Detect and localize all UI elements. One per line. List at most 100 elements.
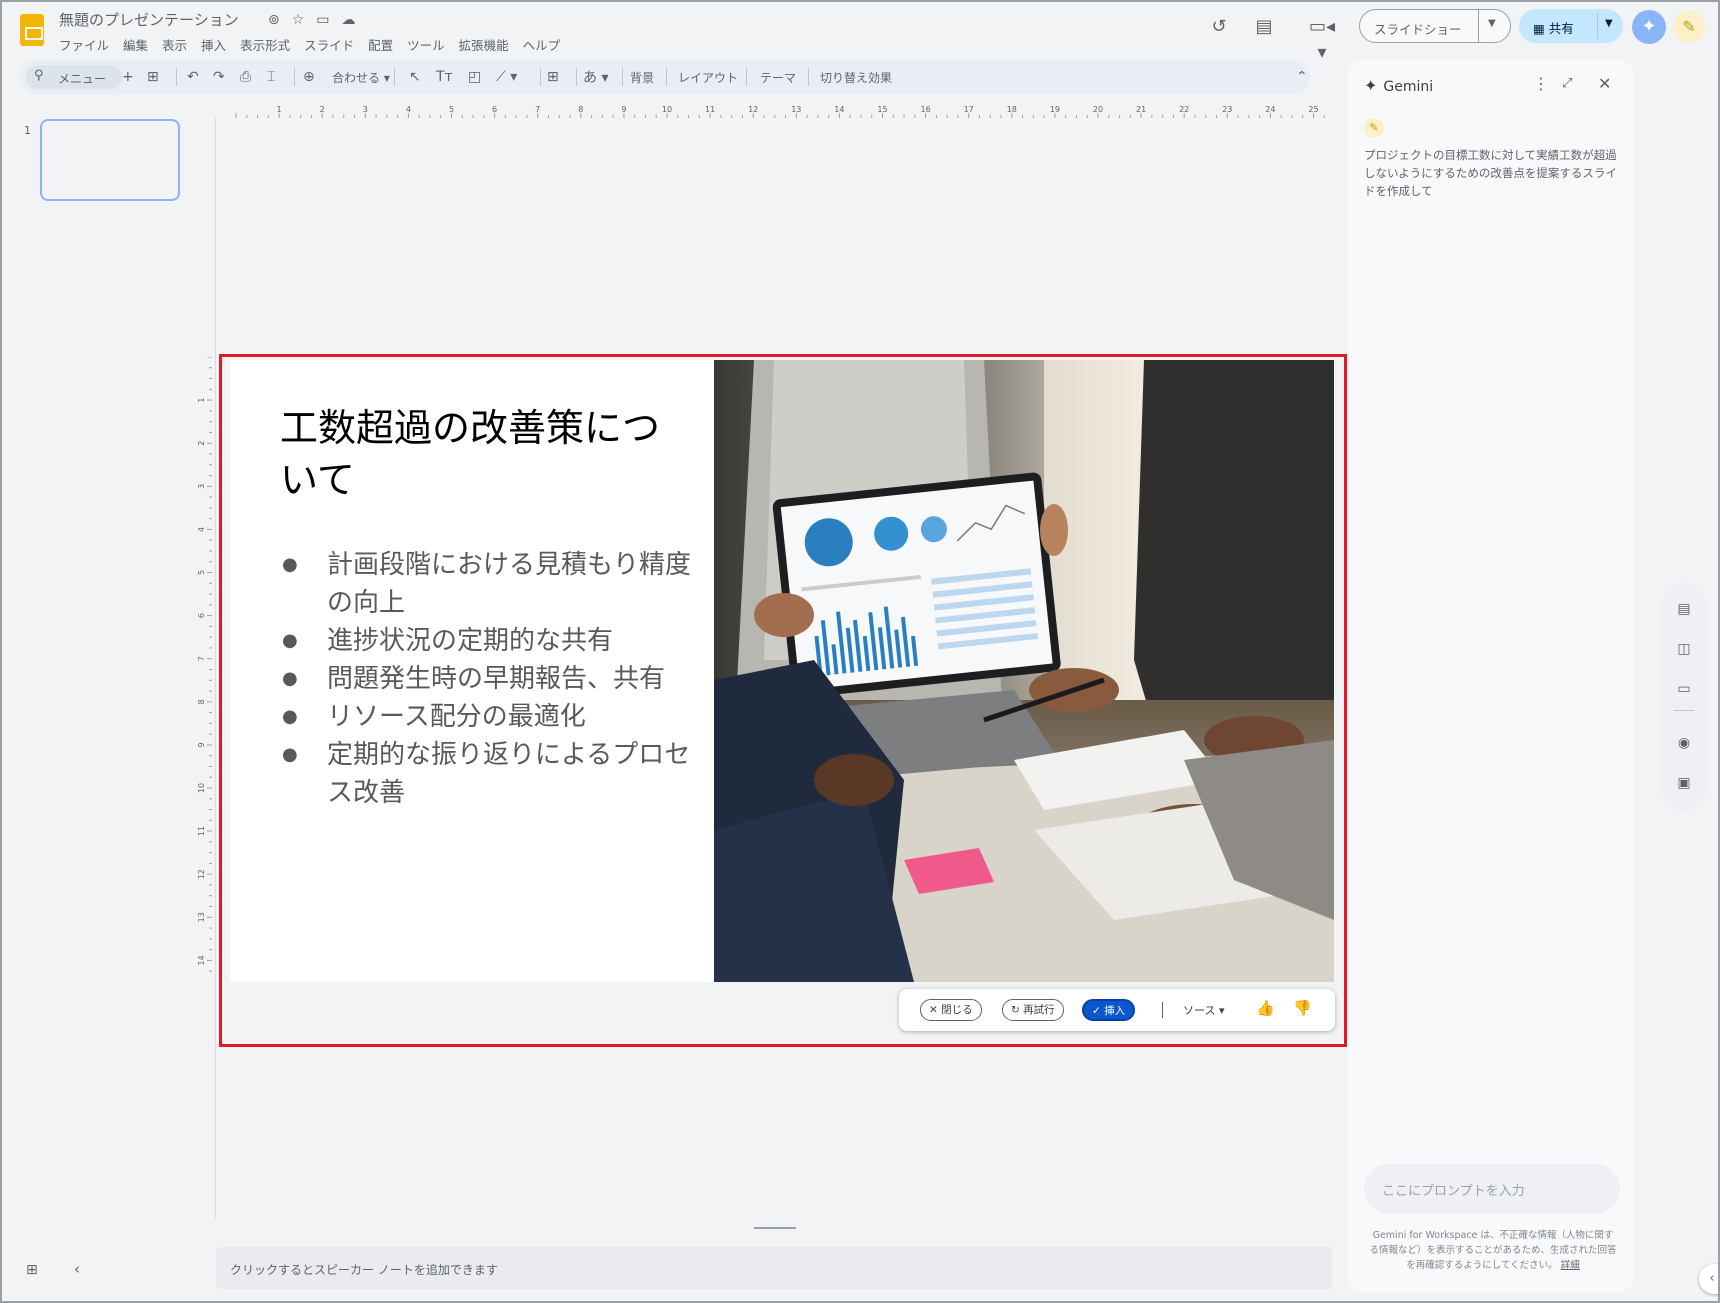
background-button[interactable]: 背景 <box>630 69 654 86</box>
print-icon[interactable]: ⎙ <box>240 68 251 88</box>
shape-icon[interactable]: ◰ <box>468 68 481 88</box>
title-icons: ⊚ ☆ ▭ ☁ <box>268 12 356 28</box>
prompt-input[interactable]: ここにプロンプトを入力 <box>1364 1164 1620 1214</box>
menu-item[interactable]: 表示 <box>162 35 187 54</box>
gemini-panel-title: ✦ Gemini <box>1364 76 1434 95</box>
collapse-filmstrip-icon[interactable]: ‹ <box>74 1260 80 1278</box>
ruler-label: 5 <box>449 105 454 114</box>
menu-item[interactable]: スライド <box>304 35 354 54</box>
notes-resize-handle[interactable] <box>754 1227 796 1229</box>
collapse-side-panel-icon[interactable]: ‹ <box>1699 1264 1718 1294</box>
select-cursor-icon[interactable]: ↖ <box>409 68 421 88</box>
menu-item[interactable]: 拡張機能 <box>459 35 509 54</box>
slideshow-button[interactable]: スライドショー ▼ <box>1359 9 1511 43</box>
input-tools-select[interactable]: あ ▾ <box>583 67 608 87</box>
menu-item[interactable]: 配置 <box>368 35 393 54</box>
theme-button[interactable]: テーマ <box>760 69 796 86</box>
menu-item[interactable]: ヘルプ <box>523 35 561 54</box>
ruler-label: 14 <box>834 105 844 114</box>
undo-icon[interactable]: ↶ <box>187 68 199 88</box>
document-title[interactable]: 無題のプレゼンテーション <box>59 9 239 30</box>
ruler-label: 15 <box>877 105 887 114</box>
thumbs-up-icon[interactable]: 👍 <box>1256 999 1275 1017</box>
ruler-label: 16 <box>921 105 931 114</box>
security-icon[interactable]: ⊚ <box>268 12 280 28</box>
slide-thumbnail[interactable] <box>40 119 180 201</box>
close-icon: ✕ <box>929 1004 938 1016</box>
ruler-label: 8 <box>578 105 583 114</box>
source-dropdown[interactable]: ソース ▾ <box>1183 1002 1224 1018</box>
chevron-down-icon[interactable]: ▼ <box>1605 18 1613 29</box>
drive-folder-icon[interactable]: ▭ <box>1675 680 1693 698</box>
redo-icon[interactable]: ↷ <box>213 68 225 88</box>
ruler-label: 9 <box>198 742 206 747</box>
menu-item[interactable]: ツール <box>407 35 445 54</box>
meet-icon[interactable]: ▣ <box>1675 774 1693 792</box>
menu-bar: ファイル 編集 表示 挿入 表示形式 スライド 配置 ツール 拡張機能 ヘルプ <box>59 35 560 54</box>
ruler-label: 6 <box>198 613 206 618</box>
gemini-sparkle-icon: ✦ <box>1364 76 1378 95</box>
cloud-status-icon[interactable]: ☁ <box>342 12 356 28</box>
ruler-label: 6 <box>492 105 497 114</box>
gemini-sparkle-icon[interactable]: ✦ <box>1632 10 1666 44</box>
star-icon[interactable]: ☆ <box>292 12 305 28</box>
ruler-label: 11 <box>198 826 206 836</box>
expand-icon[interactable]: ⤢ <box>1562 76 1572 91</box>
slides-logo-icon[interactable] <box>20 14 44 46</box>
zoom-icon[interactable]: ⊕ <box>303 68 315 88</box>
ruler-label: 13 <box>198 912 206 922</box>
paint-format-icon[interactable]: ⌶ <box>267 68 275 88</box>
ruler-label: 1 <box>198 398 206 403</box>
text-box-icon[interactable]: Tт <box>436 68 453 88</box>
ruler-label: 10 <box>198 783 206 793</box>
close-icon[interactable]: ✕ <box>1598 74 1611 93</box>
more-options-icon[interactable]: ⋮ <box>1533 74 1549 93</box>
new-slide-icon[interactable]: ⊞ <box>147 68 159 88</box>
ruler-label: 7 <box>198 656 206 661</box>
menu-search[interactable]: ⚲ メニュー <box>26 65 122 89</box>
retry-button[interactable]: ↻ 再試行 <box>1002 999 1064 1021</box>
history-icon[interactable]: ↺ <box>1206 14 1232 40</box>
keep-icon[interactable]: ◫ <box>1675 640 1693 658</box>
ruler-label: 14 <box>198 955 206 965</box>
ruler-label: 13 <box>791 105 801 114</box>
slides-app: 無題のプレゼンテーション ⊚ ☆ ▭ ☁ ファイル 編集 表示 挿入 表示形式 スライド配… <box>0 0 1720 1303</box>
app-header: 無題のプレゼンテーション ⊚ ☆ ▭ ☁ ファイル 編集 表示 挿入 表示形式 スライド配… <box>2 2 1718 63</box>
menu-item[interactable]: 表示形式 <box>240 35 290 54</box>
insert-button[interactable]: ✓ 挿入 <box>1082 999 1136 1021</box>
horizontal-ruler: 1 2 3 4 5 6 7 8 9 10 11 12 13 14 15 16 17 18 19 20 21 22 23 24 2… <box>235 105 1325 118</box>
thumbs-down-icon[interactable]: 👎 <box>1293 999 1312 1017</box>
folder-move-icon[interactable]: ▭ <box>316 12 329 28</box>
ruler-label: 3 <box>198 484 206 489</box>
layout-button[interactable]: レイアウト <box>678 69 738 86</box>
search-icon: ⚲ <box>34 68 44 83</box>
comment-icon[interactable]: ▤ <box>1251 14 1277 40</box>
video-icon[interactable]: ▭◂ ▾ <box>1302 14 1342 63</box>
share-button[interactable]: ▦ 共有 ▼ <box>1519 9 1623 43</box>
close-button[interactable]: ✕ 閉じる <box>920 999 982 1021</box>
chevron-down-icon[interactable]: ▼ <box>1488 18 1496 29</box>
transition-button[interactable]: 切り替え効果 <box>820 69 892 86</box>
collapse-toolbar-icon[interactable]: ⌃ <box>1296 68 1308 88</box>
record-icon[interactable]: ◉ <box>1675 734 1693 752</box>
check-icon: ✓ <box>1092 1005 1101 1017</box>
gemini-action-bar: ✕ 閉じる ↻ 再試行 ✓ 挿入 ソース ▾ 👍 👎 <box>899 989 1335 1031</box>
menu-item[interactable]: 編集 <box>123 35 148 54</box>
gemini-disclaimer: Gemini for Workspace は、不正確な情報（人物に関する情報など… <box>1369 1230 1617 1271</box>
ruler-label: 20 <box>1093 105 1103 114</box>
line-icon[interactable]: ⟋ ▾ <box>496 68 517 88</box>
add-icon[interactable]: + <box>122 68 134 88</box>
generated-slide-selection <box>219 354 1347 1047</box>
comment-add-icon[interactable]: ⊞ <box>547 68 559 88</box>
avatar[interactable]: ✎ <box>1673 11 1705 43</box>
grid-view-icon[interactable]: ⊞ <box>26 1262 38 1278</box>
building-icon: ▦ <box>1533 21 1545 36</box>
calendar-icon[interactable]: ▤ <box>1675 600 1693 618</box>
menu-item[interactable]: ファイル <box>59 35 109 54</box>
speaker-notes[interactable]: クリックするとスピーカー ノートを追加できます <box>216 1247 1332 1289</box>
learn-more-link[interactable]: 詳細 <box>1561 1260 1580 1271</box>
zoom-select[interactable]: 合わせる ▾ <box>332 69 390 86</box>
menu-item[interactable]: 挿入 <box>201 35 226 54</box>
user-avatar: ✎ <box>1364 118 1384 138</box>
share-label: ▦ 共有 <box>1533 21 1574 36</box>
